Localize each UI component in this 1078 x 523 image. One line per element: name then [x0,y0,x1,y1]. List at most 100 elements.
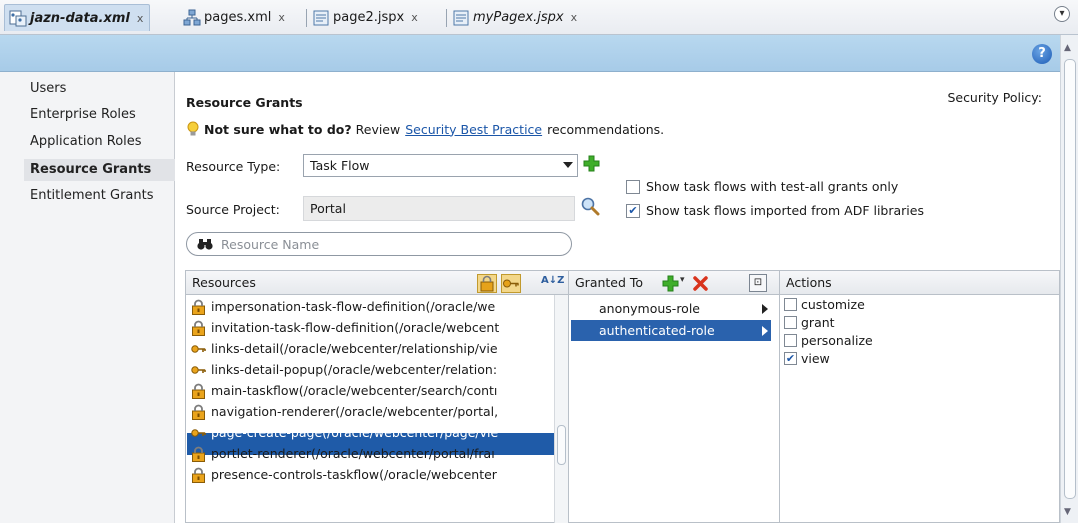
scroll-up-icon[interactable]: ▲ [1064,43,1071,53]
key-icon [191,344,206,353]
binoculars-icon [197,239,213,250]
resource-label: impersonation-task-flow-definition(/orac… [211,299,496,314]
tip-text-post: recommendations. [547,121,665,137]
resource-label: links-detail-popup(/oracle/webcenter/rel… [211,362,498,377]
granted-to-header: Granted To ▾ ⊡ [568,270,780,295]
hierarchy-icon [183,9,201,25]
resources-scrollbar[interactable] [554,295,568,523]
resource-row[interactable]: links-detail(/oracle/webcenter/relations… [191,338,498,359]
key-icon [503,279,519,288]
add-grantee-icon[interactable] [662,275,679,292]
search-placeholder: Resource Name [221,236,320,252]
tab-divider [446,9,447,27]
test-all-grants-checkbox[interactable]: Show task flows with test-all grants onl… [626,179,898,194]
help-icon[interactable]: ? [1032,44,1052,64]
resource-row[interactable]: portlet-renderer(/oracle/webcenter/porta… [191,443,495,464]
close-icon[interactable]: x [137,12,144,25]
lightbulb-icon [187,121,199,136]
search-icon[interactable] [580,196,600,216]
lock-icon [192,383,205,399]
vertical-scrollbar[interactable]: ▲ ▼ [1060,35,1078,523]
resource-row[interactable]: navigation-renderer(/oracle/webcenter/po… [191,401,498,422]
resources-header: Resources A↓Z [185,270,569,295]
checkmark-icon[interactable]: ✔ [784,352,797,365]
checkbox-box[interactable] [626,179,640,194]
resource-type-label: Resource Type: [186,159,281,174]
resource-label: presence-controls-taskflow(/oracle/webce… [211,467,497,482]
chevron-right-icon [762,304,768,314]
key-icon [191,365,206,374]
source-project-value: Portal [310,201,346,216]
granted-to-header-label: Granted To [575,275,644,290]
expand-view-icon[interactable]: ⊡ [749,274,767,292]
sort-az-icon[interactable]: A↓Z [541,275,564,292]
checkbox-box[interactable] [784,298,797,311]
filter-key-toggle[interactable] [501,274,521,293]
tip-text-pre: Review [355,121,401,137]
lock-icon [192,404,205,420]
tab-label: page2.jspx [333,10,405,25]
tab-label: pages.xml [204,10,272,25]
filter-locked-toggle[interactable] [477,274,497,293]
resource-label: links-detail(/oracle/webcenter/relations… [211,341,498,356]
resource-label: invitation-task-flow-definition(/oracle/… [211,320,500,335]
tab-page2-jspx[interactable]: page2.jspx x [312,4,418,31]
add-resource-type-icon[interactable] [583,155,600,172]
editor-header-band: ? [0,35,1060,72]
nav-item-users[interactable]: Users [30,81,66,96]
security-policy-label: Security Policy: [947,90,1042,105]
grantee-label: anonymous-role [599,301,700,316]
action-checkbox-row[interactable]: personalize [784,333,873,348]
actions-list: customize grant personalize ✔ view [779,295,1060,523]
imported-adf-checkbox[interactable]: ✔ Show task flows imported from ADF libr… [626,203,924,218]
action-label: view [801,351,830,366]
checkbox-box[interactable] [784,316,797,329]
actions-header: Actions [779,270,1060,295]
resource-row[interactable]: page-create-page(/oracle/webcenter/page/… [191,422,498,443]
security-best-practice-link[interactable]: Security Best Practice [405,122,542,137]
close-icon[interactable]: x [278,11,285,24]
checkbox-box[interactable] [784,334,797,347]
action-checkbox-row[interactable]: grant [784,315,835,330]
jspx-page-icon [453,10,469,25]
resource-row[interactable]: invitation-task-flow-definition(/oracle/… [191,317,499,338]
chevron-down-icon[interactable]: ▾ [680,275,685,285]
nav-item-enterprise-roles[interactable]: Enterprise Roles [30,107,136,122]
resource-row[interactable]: main-taskflow(/oracle/webcenter/search/c… [191,380,497,401]
resource-type-select[interactable]: Task Flow [303,154,578,177]
nav-item-application-roles[interactable]: Application Roles [30,134,142,149]
action-checkbox-row[interactable]: ✔ view [784,351,830,366]
close-icon[interactable]: x [571,11,578,24]
delete-grantee-icon[interactable] [692,275,709,292]
action-label: customize [801,297,865,312]
resource-label: portlet-renderer(/oracle/webcenter/porta… [211,446,495,461]
resources-list[interactable]: impersonation-task-flow-definition(/orac… [185,295,569,523]
chevron-down-icon [563,162,573,168]
scroll-down-icon[interactable]: ▼ [1064,507,1071,517]
granted-to-list[interactable]: anonymous-role authenticated-role [568,295,780,523]
nav-item-resource-grants[interactable]: Resource Grants [30,162,151,177]
nav-item-entitlement-grants[interactable]: Entitlement Grants [30,188,154,203]
grantee-row[interactable]: authenticated-role [571,320,771,341]
resources-header-label: Resources [192,275,256,290]
policy-nav-panel: Users Enterprise Roles Application Roles… [0,72,175,523]
grantee-row[interactable]: anonymous-role [571,298,771,319]
checkmark-icon[interactable]: ✔ [626,203,640,218]
scrollbar-thumb[interactable] [557,425,566,465]
source-project-label: Source Project: [186,202,280,217]
resource-row[interactable]: links-detail-popup(/oracle/webcenter/rel… [191,359,497,380]
tab-list-dropdown-icon[interactable]: ▾ [1054,6,1070,22]
action-label: grant [801,315,835,330]
scrollbar-thumb[interactable] [1064,59,1076,499]
chevron-right-icon [762,326,768,336]
jspx-page-icon [313,10,329,25]
tab-jazn-data[interactable]: jazn-data.xml x [4,4,151,31]
tab-mypagex-jspx[interactable]: myPagex.jspx x [452,4,577,31]
tab-pages-xml[interactable]: pages.xml x [183,4,285,31]
best-practice-tip: Not sure what to do? Review Security Bes… [186,121,664,137]
resource-name-search[interactable]: Resource Name [186,232,572,256]
resource-row[interactable]: presence-controls-taskflow(/oracle/webce… [191,464,497,485]
action-checkbox-row[interactable]: customize [784,297,865,312]
close-icon[interactable]: x [411,11,418,24]
resource-row[interactable]: impersonation-task-flow-definition(/orac… [191,296,495,317]
